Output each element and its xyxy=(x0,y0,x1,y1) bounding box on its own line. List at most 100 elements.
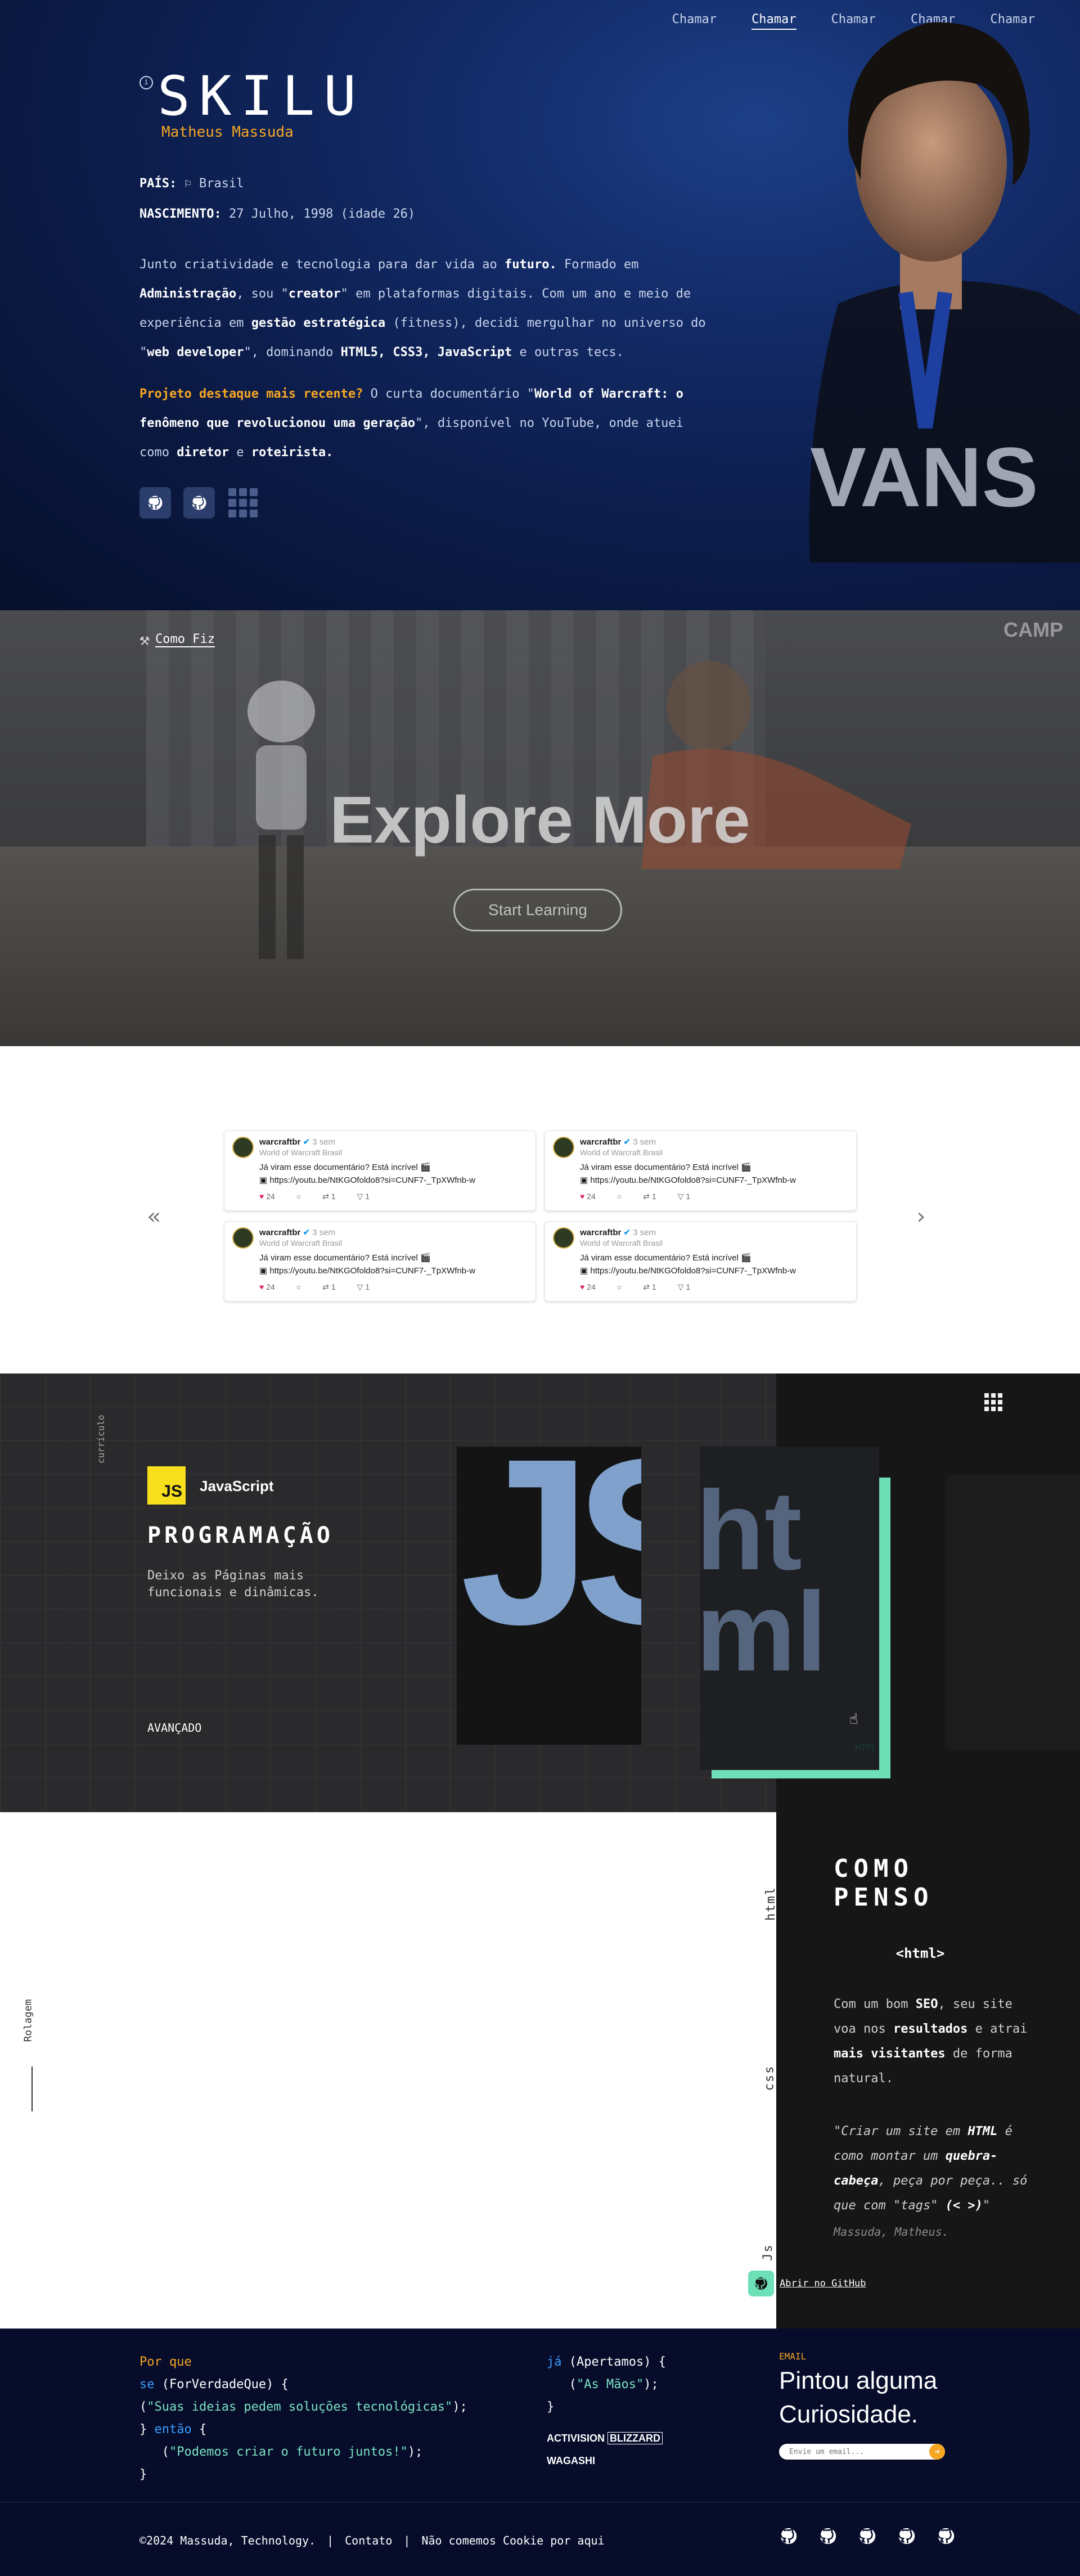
text: Com um bom xyxy=(834,1997,916,2011)
philosophy-section: Rolagem html css Js COMO PENSO <html> Co… xyxy=(0,1812,1080,2329)
bio-text: , sou " xyxy=(236,287,289,301)
tab-css[interactable]: css xyxy=(762,2065,776,2091)
skill-card-js[interactable]: JS xyxy=(457,1447,641,1745)
retweet-button[interactable]: ⇄ 1 xyxy=(643,1282,656,1292)
retweet-button[interactable]: ⇄ 1 xyxy=(322,1282,335,1292)
how-i-did-link[interactable]: ⚒ Como Fiz xyxy=(140,630,215,650)
arrow-right-icon[interactable]: ➜ xyxy=(929,2444,945,2460)
nav-link[interactable]: Chamar xyxy=(672,12,717,30)
share-button[interactable]: ▽ 1 xyxy=(678,1282,690,1292)
apps-grid-icon[interactable] xyxy=(227,487,259,519)
tweet-card[interactable]: warcraftbr ✔ 3 sem World of Warcraft Bra… xyxy=(544,1131,857,1211)
bio-text: e xyxy=(228,445,251,460)
strong: SEO xyxy=(915,1997,938,2011)
code-keyword: então xyxy=(154,2422,192,2437)
skill-card-html-label: HTML xyxy=(855,1742,877,1753)
like-button[interactable]: ♥ 24 xyxy=(580,1192,596,1201)
philosophy-panel: COMO PENSO <html> Com um bom SEO, seu si… xyxy=(776,1812,1080,2329)
email-input[interactable] xyxy=(779,2444,920,2460)
github-icon[interactable] xyxy=(937,2527,956,2546)
share-count: 1 xyxy=(686,1192,691,1201)
github-icon[interactable] xyxy=(140,487,171,519)
wagashi-logo: WAGASHI xyxy=(547,2455,596,2466)
github-icon[interactable] xyxy=(779,2527,798,2546)
github-icon[interactable] xyxy=(858,2527,877,2546)
reply-icon[interactable]: ○ xyxy=(617,1192,622,1201)
bio-text: O curta documentário " xyxy=(363,387,534,401)
brand-title: SKILU xyxy=(158,65,365,128)
tweet-actions: ♥ 24 ○ ⇄ 1 ▽ 1 xyxy=(580,1192,690,1201)
share-button[interactable]: ▽ 1 xyxy=(357,1282,370,1292)
menu-grid-icon[interactable] xyxy=(984,1393,1002,1411)
contact-link[interactable]: Contato xyxy=(345,2534,392,2547)
like-button[interactable]: ♥ 24 xyxy=(259,1282,275,1292)
tweet-author[interactable]: warcraftbr xyxy=(259,1137,300,1147)
carousel-next-icon[interactable]: › xyxy=(914,1204,928,1230)
carousel-prev-icon[interactable]: « xyxy=(147,1204,161,1230)
github-icon[interactable] xyxy=(897,2527,916,2546)
bio-strong: roteirista. xyxy=(251,445,334,460)
skill-name: JavaScript xyxy=(200,1478,274,1494)
tweet-link[interactable]: ▣ https://youtu.be/NtKGOfoldo8?si=CUNF7-… xyxy=(580,1175,796,1185)
tweet-url[interactable]: https://youtu.be/NtKGOfoldo8?si=CUNF7-_T… xyxy=(590,1176,796,1185)
tweet-link[interactable]: ▣ https://youtu.be/NtKGOfoldo8?si=CUNF7-… xyxy=(259,1175,475,1185)
tweet-link[interactable]: ▣ https://youtu.be/NtKGOfoldo8?si=CUNF7-… xyxy=(580,1266,796,1276)
tweet-card[interactable]: warcraftbr ✔ 3 sem World of Warcraft Bra… xyxy=(544,1221,857,1301)
open-github-label[interactable]: Abrir no GitHub xyxy=(780,2278,866,2289)
tweet-url[interactable]: https://youtu.be/NtKGOfoldo8?si=CUNF7-_T… xyxy=(269,1176,475,1185)
code-string: "As Mãos" xyxy=(576,2377,644,2392)
tweet-author[interactable]: warcraftbr xyxy=(259,1228,300,1237)
tweet-link[interactable]: ▣ https://youtu.be/NtKGOfoldo8?si=CUNF7-… xyxy=(259,1266,475,1276)
skill-heading: PROGRAMAÇÃO xyxy=(147,1523,334,1548)
like-count: 24 xyxy=(266,1282,275,1291)
open-github-button[interactable]: Abrir no GitHub xyxy=(748,2271,866,2296)
copyright: ©2024 Massuda, Technology. xyxy=(140,2534,316,2547)
code-text: (Apertamos) { xyxy=(561,2355,666,2369)
retweet-button[interactable]: ⇄ 1 xyxy=(322,1192,335,1201)
tweet-url[interactable]: https://youtu.be/NtKGOfoldo8?si=CUNF7-_T… xyxy=(590,1266,796,1276)
footer-code-block: Por que se (ForVerdadeQue) { ("Suas idei… xyxy=(140,2351,467,2486)
bio-strong: creator xyxy=(288,287,341,301)
info-icon[interactable]: i xyxy=(140,76,153,89)
reply-icon[interactable]: ○ xyxy=(296,1282,301,1292)
like-button[interactable]: ♥ 24 xyxy=(580,1282,596,1292)
quote-author: Massuda, Matheus. xyxy=(834,2225,949,2239)
tweet-display-name: World of Warcraft Brasil xyxy=(580,1239,663,1248)
newsletter-label: EMAIL xyxy=(779,2351,807,2362)
avatar xyxy=(553,1227,574,1249)
skill-card-html[interactable]: ht ml ☝ xyxy=(700,1447,879,1770)
github-icon[interactable] xyxy=(818,2527,838,2546)
reply-icon[interactable]: ○ xyxy=(617,1282,622,1292)
github-icon[interactable] xyxy=(183,487,215,519)
like-count: 24 xyxy=(266,1192,275,1201)
philosophy-text: Com um bom SEO, seu site voa nos resulta… xyxy=(834,1992,1029,2091)
code-text: } xyxy=(140,2467,147,2482)
blizzard-logo: BLIZZARD xyxy=(608,2432,663,2444)
social-links xyxy=(140,487,259,519)
tweet-actions: ♥ 24 ○ ⇄ 1 ▽ 1 xyxy=(259,1192,370,1201)
bio-text: Junto criatividade e tecnologia para dar… xyxy=(140,258,505,272)
skills-section: currículo JS JavaScript PROGRAMAÇÃO Deix… xyxy=(0,1373,1080,1812)
newsletter: EMAIL Pintou alguma Curiosidade. ➜ xyxy=(779,2351,959,2460)
like-button[interactable]: ♥ 24 xyxy=(259,1192,275,1201)
share-button[interactable]: ▽ 1 xyxy=(678,1192,690,1201)
bio-text: e outras tecs. xyxy=(512,345,624,359)
text: e atrai xyxy=(968,2022,1028,2036)
tweet-author[interactable]: warcraftbr xyxy=(580,1228,621,1237)
retweet-button[interactable]: ⇄ 1 xyxy=(643,1192,656,1201)
site-footer: Por que se (ForVerdadeQue) { ("Suas idei… xyxy=(0,2329,1080,2576)
reply-icon[interactable]: ○ xyxy=(296,1192,301,1201)
tweet-card[interactable]: warcraftbr ✔ 3 sem World of Warcraft Bra… xyxy=(224,1131,536,1211)
tweet-url[interactable]: https://youtu.be/NtKGOfoldo8?si=CUNF7-_T… xyxy=(269,1266,475,1276)
avatar xyxy=(553,1137,574,1158)
tweet-author[interactable]: warcraftbr xyxy=(580,1137,621,1147)
start-learning-button[interactable]: Start Learning xyxy=(453,889,622,931)
link-icon: ▣ xyxy=(580,1176,588,1185)
share-button[interactable]: ▽ 1 xyxy=(357,1192,370,1201)
skill-card-css[interactable] xyxy=(945,1475,1080,1750)
cursor-icon: ☝ xyxy=(849,1711,858,1728)
tweet-actions: ♥ 24 ○ ⇄ 1 ▽ 1 xyxy=(259,1282,370,1292)
tab-js[interactable]: Js xyxy=(761,2244,775,2261)
heart-icon: ♥ xyxy=(259,1282,264,1291)
tweet-card[interactable]: warcraftbr ✔ 3 sem World of Warcraft Bra… xyxy=(224,1221,536,1301)
